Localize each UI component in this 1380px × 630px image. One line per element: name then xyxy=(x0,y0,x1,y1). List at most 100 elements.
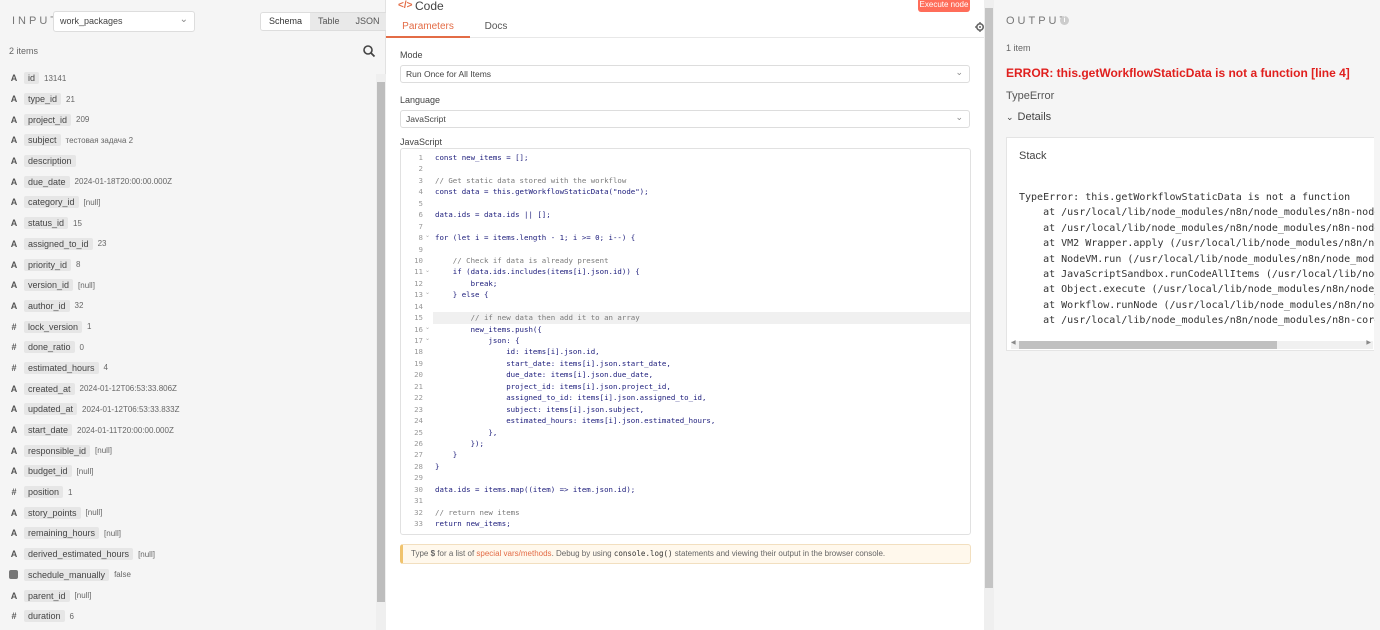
tab-schema[interactable]: Schema xyxy=(261,13,311,30)
field-name-pill[interactable]: remaining_hours xyxy=(24,527,100,540)
code-line[interactable]: id: items[i].json.id, xyxy=(433,346,970,357)
code-line[interactable] xyxy=(433,301,970,312)
field-name-pill[interactable]: duration xyxy=(24,610,65,623)
schema-field-row[interactable]: Adescription xyxy=(9,151,379,172)
schema-field-row[interactable]: Abudget_id [null] xyxy=(9,461,379,482)
schema-field-row[interactable]: # estimated_hours 4 xyxy=(9,358,379,379)
field-name-pill[interactable]: derived_estimated_hours xyxy=(24,548,134,561)
code-line[interactable]: // Get static data stored with the workf… xyxy=(433,175,970,186)
code-line[interactable]: due_date: items[i].json.due_date, xyxy=(433,369,970,380)
schema-field-row[interactable]: Aderived_estimated_hours [null] xyxy=(9,544,379,565)
fold-chevron-icon[interactable]: ⌄ xyxy=(425,289,430,296)
code-line[interactable]: start_date: items[i].json.start_date, xyxy=(433,358,970,369)
code-line[interactable]: return new_items; xyxy=(433,518,970,529)
fold-chevron-icon[interactable]: ⌄ xyxy=(425,335,430,342)
schema-field-row[interactable]: schedule_manually false xyxy=(9,565,379,586)
schema-field-row[interactable]: Astory_points [null] xyxy=(9,502,379,523)
info-icon[interactable]: i xyxy=(1060,16,1069,25)
code-line[interactable]: project_id: items[i].json.project_id, xyxy=(433,381,970,392)
field-name-pill[interactable]: start_date xyxy=(24,424,73,437)
code-line[interactable] xyxy=(433,163,970,174)
schema-field-row[interactable]: Asubject тестовая задача 2 xyxy=(9,130,379,151)
schema-field-row[interactable]: Astart_date 2024-01-11T20:00:00.000Z xyxy=(9,420,379,441)
schema-field-row[interactable]: Aproject_id 209 xyxy=(9,109,379,130)
field-name-pill[interactable]: done_ratio xyxy=(24,341,75,354)
search-icon[interactable] xyxy=(362,44,376,58)
schema-field-row[interactable]: Astatus_id 15 xyxy=(9,213,379,234)
tab-table[interactable]: Table xyxy=(310,13,348,30)
field-name-pill[interactable]: responsible_id xyxy=(24,444,91,457)
fold-chevron-icon[interactable]: ⌄ xyxy=(425,267,430,274)
code-scrollbar-thumb[interactable] xyxy=(985,8,993,588)
code-line[interactable]: data.ids = data.ids || []; xyxy=(433,209,970,220)
input-scrollbar[interactable] xyxy=(376,74,386,630)
field-name-pill[interactable]: version_id xyxy=(24,279,74,292)
schema-field-row[interactable]: Aremaining_hours [null] xyxy=(9,523,379,544)
schema-field-row[interactable]: # done_ratio 0 xyxy=(9,337,379,358)
field-name-pill[interactable]: assigned_to_id xyxy=(24,237,93,250)
tab-json[interactable]: JSON xyxy=(348,13,388,30)
field-name-pill[interactable]: category_id xyxy=(24,196,79,209)
code-line[interactable] xyxy=(433,472,970,483)
schema-field-row[interactable]: # duration 6 xyxy=(9,606,379,627)
details-toggle[interactable]: ⌄ Details xyxy=(1006,111,1051,123)
scroll-right-icon[interactable]: ▶ xyxy=(1366,339,1371,346)
code-line[interactable]: }, xyxy=(433,427,970,438)
tab-docs[interactable]: Docs xyxy=(470,16,522,38)
schema-field-row[interactable]: Aparent_id [null] xyxy=(9,585,379,606)
schema-field-row[interactable]: Adue_date 2024-01-18T20:00:00.000Z xyxy=(9,171,379,192)
code-line[interactable]: } xyxy=(433,449,970,460)
fold-chevron-icon[interactable]: ⌄ xyxy=(425,324,430,331)
schema-field-row[interactable]: Apriority_id 8 xyxy=(9,254,379,275)
execute-node-button[interactable]: Execute node xyxy=(918,0,970,12)
schema-field-row[interactable]: Aid 13141 xyxy=(9,68,379,89)
field-name-pill[interactable]: priority_id xyxy=(24,258,72,271)
field-name-pill[interactable]: status_id xyxy=(24,217,69,230)
field-name-pill[interactable]: estimated_hours xyxy=(24,361,99,374)
code-line[interactable]: for (let i = items.length - 1; i >= 0; i… xyxy=(433,232,970,243)
field-name-pill[interactable]: id xyxy=(24,72,40,85)
mode-select[interactable]: Run Once for All Items ⌄ xyxy=(400,65,970,83)
fold-chevron-icon[interactable]: ⌄ xyxy=(425,232,430,239)
code-line[interactable]: } xyxy=(433,461,970,472)
code-editor[interactable]: 1 2 3 4 5 6 7 8 ⌄ 9 10 11 ⌄ 12 13 ⌄ 14 15 16 ⌄ 17 ⌄ 18 19 20 21 22… xyxy=(400,148,971,535)
field-name-pill[interactable]: story_points xyxy=(24,506,81,519)
special-vars-link[interactable]: special vars/methods xyxy=(476,549,551,558)
input-node-select[interactable]: work_packages ⌄ xyxy=(53,11,195,32)
field-name-pill[interactable]: subject xyxy=(24,134,61,147)
code-line[interactable] xyxy=(433,244,970,255)
field-name-pill[interactable]: created_at xyxy=(24,382,75,395)
schema-field-row[interactable]: Aassigned_to_id 23 xyxy=(9,234,379,255)
field-name-pill[interactable]: parent_id xyxy=(24,589,70,602)
code-line[interactable]: estimated_hours: items[i].json.estimated… xyxy=(433,415,970,426)
schema-field-row[interactable]: Acreated_at 2024-01-12T06:53:33.806Z xyxy=(9,378,379,399)
code-line[interactable]: assigned_to_id: items[i].json.assigned_t… xyxy=(433,392,970,403)
field-name-pill[interactable]: updated_at xyxy=(24,403,78,416)
field-name-pill[interactable]: position xyxy=(24,486,64,499)
field-name-pill[interactable]: lock_version xyxy=(24,320,83,333)
code-lines[interactable]: const new_items = []; // Get static data … xyxy=(433,152,970,529)
code-line[interactable]: subject: items[i].json.subject, xyxy=(433,404,970,415)
input-scrollbar-thumb[interactable] xyxy=(377,82,385,602)
field-name-pill[interactable]: project_id xyxy=(24,113,72,126)
stack-horizontal-scrollbar[interactable]: ◀ ▶ xyxy=(1011,339,1373,349)
schema-field-row[interactable]: Atype_id 21 xyxy=(9,89,379,110)
language-select[interactable]: JavaScript ⌄ xyxy=(400,110,970,128)
code-line[interactable] xyxy=(433,198,970,209)
code-line[interactable] xyxy=(433,495,970,506)
code-line[interactable]: const data = this.getWorkflowStaticData(… xyxy=(433,186,970,197)
schema-field-row[interactable]: Aauthor_id 32 xyxy=(9,296,379,317)
schema-field-row[interactable]: Aversion_id [null] xyxy=(9,275,379,296)
schema-field-row[interactable]: Aupdated_at 2024-01-12T06:53:33.833Z xyxy=(9,399,379,420)
code-line[interactable]: break; xyxy=(433,278,970,289)
scroll-left-icon[interactable]: ◀ xyxy=(1011,339,1016,346)
stack-scrollbar-thumb[interactable] xyxy=(1019,341,1277,349)
code-line[interactable] xyxy=(433,221,970,232)
code-line[interactable]: if (data.ids.includes(items[i].json.id))… xyxy=(433,266,970,277)
code-line[interactable]: new_items.push({ xyxy=(433,324,970,335)
code-line[interactable]: data.ids = items.map((item) => item.json… xyxy=(433,484,970,495)
schema-field-row[interactable]: # lock_version 1 xyxy=(9,316,379,337)
field-name-pill[interactable]: description xyxy=(24,155,76,168)
schema-field-row[interactable]: Acategory_id [null] xyxy=(9,192,379,213)
code-line[interactable]: }); xyxy=(433,438,970,449)
